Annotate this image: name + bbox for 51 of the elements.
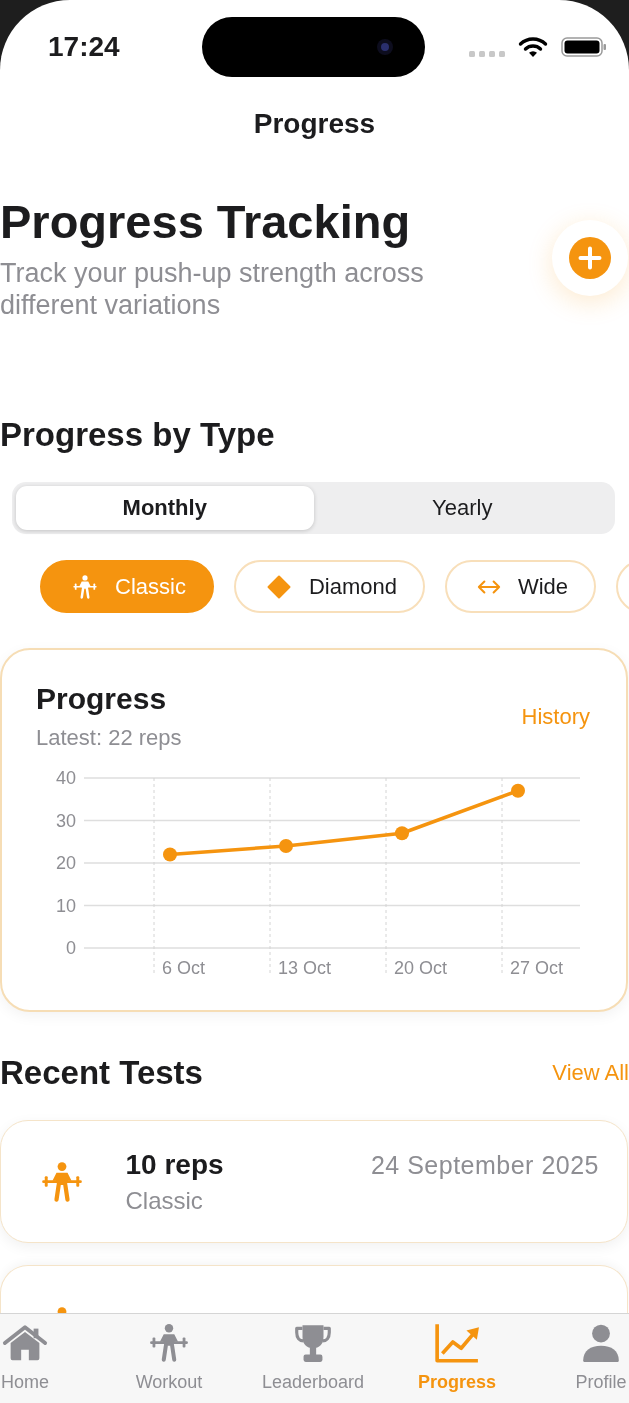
test-type: Classic xyxy=(125,1186,204,1216)
axis-tick-label: 40 xyxy=(55,768,76,788)
section-title: Recent Tests xyxy=(0,1053,203,1093)
chart-point xyxy=(163,847,177,862)
card-title: Progress xyxy=(36,681,168,717)
test-date: 24 September 2025 xyxy=(370,1150,599,1181)
segment-tab[interactable]: Monthly xyxy=(16,486,314,530)
segmented-control[interactable]: Monthly Yearly xyxy=(12,482,615,534)
wifi-icon xyxy=(518,36,548,58)
section-title: Progress by Type xyxy=(0,415,276,455)
trophy-icon xyxy=(292,1322,334,1364)
tab-bar-item[interactable]: Profile xyxy=(575,1322,627,1392)
view-all-link[interactable]: View All xyxy=(552,1059,629,1087)
axis-tick-label: 20 Oct xyxy=(394,958,448,978)
segment-tab[interactable]: Yearly xyxy=(313,486,611,530)
test-card[interactable] xyxy=(0,1265,628,1313)
axis-tick-label: 27 Oct xyxy=(510,958,564,978)
no-signal-icon xyxy=(469,50,505,58)
tab-bar-item[interactable]: Workout xyxy=(135,1322,203,1392)
weightlifter-icon xyxy=(72,573,98,600)
line-chart-icon xyxy=(434,1322,480,1364)
filter-chip[interactable]: Wide xyxy=(444,560,597,613)
tab-bar-item[interactable]: Progress xyxy=(417,1322,496,1392)
chart-point xyxy=(279,839,293,853)
axis-tick-label: 0 xyxy=(66,938,76,958)
axis-tick-label: 20 xyxy=(55,853,76,873)
camera-lens-icon xyxy=(377,39,393,55)
chart-point xyxy=(511,783,525,798)
tab-bar-item[interactable]: Home xyxy=(1,1322,49,1392)
axis-tick-label: 6 Oct xyxy=(162,958,205,978)
status-time: 17:24 xyxy=(48,30,120,64)
axis-tick-label: 30 xyxy=(55,810,76,831)
double-arrow-icon xyxy=(476,577,501,596)
screen-heading: Progress Tracking xyxy=(0,195,412,249)
test-card[interactable]: 10 reps Classic 24 September 2025 xyxy=(0,1120,628,1243)
diamond-icon xyxy=(265,573,292,600)
filter-chip[interactable]: Classic xyxy=(40,560,214,613)
page-title: Progress xyxy=(252,107,377,141)
history-link[interactable]: History xyxy=(521,702,590,731)
filter-chip[interactable]: Diamond xyxy=(233,560,425,613)
tab-bar-item[interactable]: Leaderboard xyxy=(261,1322,365,1392)
latest-reading: Latest: 22 reps xyxy=(36,724,182,752)
person-icon xyxy=(580,1322,622,1364)
reps-count: 10 reps xyxy=(125,1148,224,1182)
axis-tick-label: 13 Oct xyxy=(278,958,332,978)
plus-icon xyxy=(569,237,611,279)
weightlifter-icon xyxy=(39,1160,84,1204)
screen-subtitle: Track your push-up strength across different variations xyxy=(0,257,425,321)
battery-icon xyxy=(561,37,607,57)
axis-tick-label: 10 xyxy=(55,895,76,916)
chart-point xyxy=(395,826,409,841)
